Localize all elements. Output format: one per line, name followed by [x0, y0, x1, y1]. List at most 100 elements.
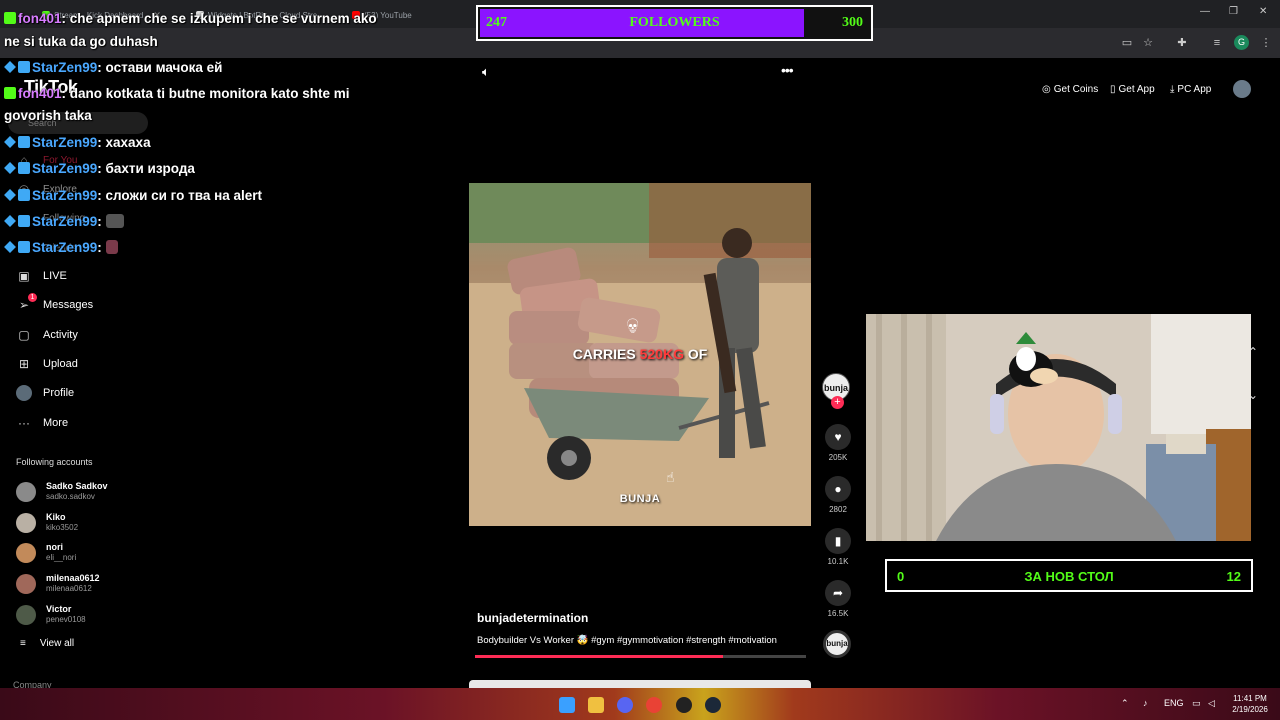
- bookmark-star-icon[interactable]: ☆: [1141, 36, 1155, 50]
- obs-icon[interactable]: [676, 697, 692, 713]
- chat-badge-icon: [4, 12, 16, 24]
- creator-username[interactable]: bunjadetermination: [477, 611, 588, 625]
- tray-expand-icon[interactable]: ⌃: [1121, 698, 1129, 709]
- followers-target: 300: [842, 15, 863, 30]
- minimize-button[interactable]: —: [1200, 6, 1210, 17]
- more-icon: ···: [18, 416, 30, 430]
- chat-message: StarZen99:: [4, 240, 118, 255]
- following-accounts-title: Following accounts: [16, 457, 93, 467]
- cast-icon[interactable]: ▭: [1120, 36, 1134, 50]
- chat-badge-icon: [4, 87, 16, 99]
- followers-label: FOLLOWERS: [629, 15, 720, 30]
- chrome-icon[interactable]: [646, 697, 662, 713]
- chat-emote-icon: [105, 214, 124, 228]
- phone-icon: ▯: [1110, 84, 1116, 95]
- nav-activity[interactable]: ▢ Activity: [16, 327, 78, 343]
- messages-badge: 1: [28, 293, 37, 302]
- chat-emote-icon: [105, 240, 118, 254]
- account-item[interactable]: Kiko kiko3502: [16, 512, 78, 533]
- speaker-icon[interactable]: ◁: [1208, 698, 1215, 709]
- account-item[interactable]: milenaa0612 milenaa0612: [16, 573, 100, 594]
- like-action[interactable]: ♥ 205K: [822, 424, 854, 462]
- table-goal-label: ЗА НОВ СТОЛ: [1024, 569, 1114, 584]
- coin-icon: ◎: [1042, 84, 1051, 95]
- bookmark-icon: ▮: [825, 528, 851, 554]
- file-explorer-icon[interactable]: [588, 697, 604, 713]
- get-app-button[interactable]: ▯ Get App: [1110, 84, 1155, 95]
- profile-icon: [16, 385, 32, 401]
- download-icon: ⤓: [1170, 84, 1175, 95]
- skull-icon: 💀︎: [627, 313, 639, 338]
- get-coins-button[interactable]: ◎ Get Coins: [1042, 84, 1098, 95]
- volume-icon[interactable]: 🔈︎: [482, 64, 490, 80]
- upload-icon: ⊞: [18, 357, 30, 371]
- maximize-button[interactable]: ❐: [1229, 6, 1238, 17]
- chevron-up-icon[interactable]: ⌃: [1248, 345, 1258, 359]
- list-icon: ≡: [20, 638, 26, 649]
- chat-badge-icon: [18, 189, 30, 201]
- user-avatar[interactable]: [1233, 80, 1251, 98]
- pc-app-button[interactable]: ⤓ PC App: [1170, 84, 1211, 95]
- windows-start-icon[interactable]: [559, 697, 575, 713]
- sound-disc[interactable]: bunja: [823, 630, 851, 658]
- language-indicator[interactable]: ENG: [1164, 698, 1184, 708]
- avatar: [16, 542, 36, 563]
- account-item[interactable]: Victor penev0108: [16, 604, 86, 625]
- nav-profile[interactable]: Profile: [16, 385, 74, 401]
- reading-list-icon[interactable]: ≡: [1210, 36, 1224, 50]
- more-options-icon[interactable]: •••: [781, 62, 794, 78]
- chat-message-continued: ne si tuka da go duhash: [4, 34, 158, 49]
- table-goal-bar: 0 ЗА НОВ СТОЛ 12: [885, 559, 1253, 592]
- nav-live[interactable]: ▣ LIVE: [16, 268, 67, 284]
- follow-plus-icon[interactable]: +: [831, 396, 844, 409]
- video-player[interactable]: CARRIES 520KG OF 💀︎ BUNJA: [469, 183, 811, 526]
- video-description: Bodybuilder Vs Worker 🤯 #gym #gymmotivat…: [477, 635, 777, 646]
- account-item[interactable]: nori eli__nori: [16, 542, 76, 563]
- comment-action[interactable]: ● 2802: [822, 476, 854, 514]
- chat-message: StarZen99: остави мачока ей: [4, 60, 222, 75]
- video-progress-fill: [475, 655, 724, 658]
- clock-time[interactable]: 11:41 PM: [1228, 694, 1272, 703]
- clock-date[interactable]: 2/19/2026: [1228, 705, 1272, 714]
- microphone-icon[interactable]: ♪: [1143, 698, 1148, 708]
- chat-message: StarZen99:: [4, 214, 124, 229]
- next-video-preview[interactable]: [469, 680, 811, 688]
- nav-upload[interactable]: ⊞ Upload: [16, 356, 78, 372]
- mouse-cursor-icon: ☝︎: [666, 469, 675, 485]
- avatar: [16, 512, 36, 533]
- avatar: [16, 481, 36, 502]
- chat-badge-icon: [4, 189, 16, 201]
- comment-icon: ●: [825, 476, 851, 502]
- view-all-button[interactable]: ≡ View all: [20, 638, 74, 649]
- chat-badge-icon: [18, 215, 30, 227]
- chat-badge-icon: [18, 61, 30, 73]
- chat-badge-icon: [4, 215, 16, 227]
- avatar: [16, 573, 36, 594]
- close-window-button[interactable]: ✕: [1259, 6, 1267, 17]
- video-caption: CARRIES 520KG OF: [572, 346, 708, 362]
- steam-icon[interactable]: [705, 697, 721, 713]
- nav-more[interactable]: ··· More: [16, 415, 68, 431]
- chat-message: fon401: che apnem che se izkupem i che s…: [4, 11, 377, 26]
- chat-badge-icon: [18, 136, 30, 148]
- chat-badge-icon: [4, 241, 16, 253]
- account-item[interactable]: Sadko Sadkov sadko.sadkov: [16, 481, 108, 502]
- network-icon[interactable]: ▭: [1192, 698, 1201, 709]
- chevron-down-icon[interactable]: ⌄: [1248, 388, 1258, 402]
- chat-badge-icon: [4, 136, 16, 148]
- chat-message-continued: govorish taka: [4, 108, 92, 123]
- chat-message: StarZen99: сложи си го тва на alert: [4, 188, 262, 203]
- browser-menu-icon[interactable]: ⋮: [1259, 36, 1273, 50]
- discord-icon[interactable]: [617, 697, 633, 713]
- chat-message: fon401: dano kotkata ti butne monitora k…: [4, 86, 350, 101]
- extensions-icon[interactable]: ✚: [1175, 36, 1189, 50]
- browser-profile-avatar[interactable]: G: [1234, 35, 1249, 50]
- live-icon: ▣: [18, 269, 30, 283]
- video-progress-bar[interactable]: [475, 655, 806, 658]
- chat-badge-icon: [18, 241, 30, 253]
- chat-badge-icon: [18, 162, 30, 174]
- followers-goal-bar: 247 FOLLOWERS 300: [476, 5, 873, 41]
- webcam-feed: [866, 314, 1251, 541]
- share-action[interactable]: ➦ 16.5K: [822, 580, 854, 618]
- save-action[interactable]: ▮ 10.1K: [822, 528, 854, 566]
